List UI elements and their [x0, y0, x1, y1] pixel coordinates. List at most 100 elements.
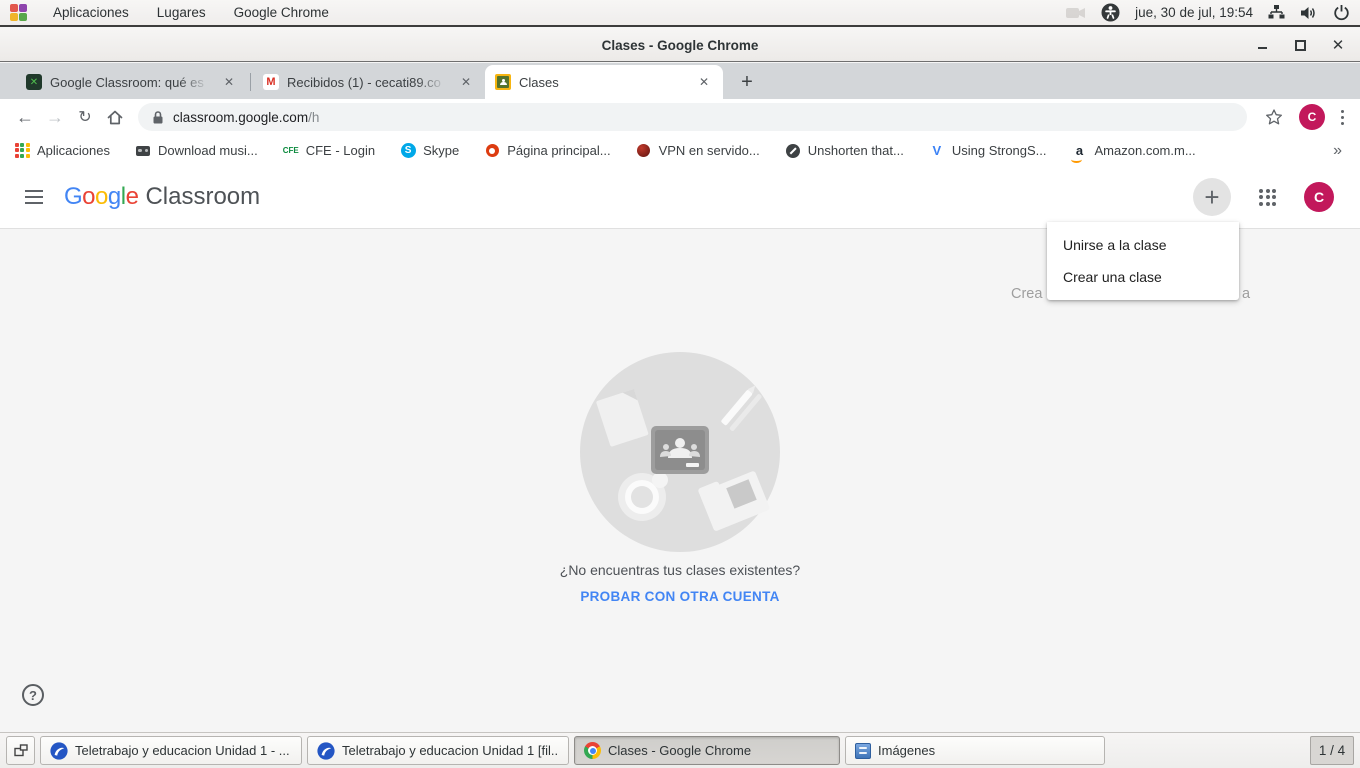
panel-clock[interactable]: jue, 30 de jul, 19:54	[1135, 5, 1253, 20]
bookmark-unshorten[interactable]: Unshorten that...	[785, 143, 904, 159]
distro-logo-icon	[10, 4, 27, 21]
tab-gmail-inbox[interactable]: M Recibidos (1) - cecati89.co ✕	[253, 65, 485, 99]
reload-button[interactable]: ↻	[70, 102, 100, 132]
address-bar[interactable]: classroom.google.com/h	[138, 103, 1247, 131]
taskbar-button-chrome-active[interactable]: Clases - Google Chrome	[574, 736, 840, 765]
workspace-pager[interactable]: 1 / 4	[1310, 736, 1354, 765]
bookmark-label: Using StrongS...	[952, 143, 1047, 158]
bookmark-aplicaciones[interactable]: Aplicaciones	[14, 143, 110, 159]
background-hint-text-right: a	[1242, 286, 1250, 302]
office-icon	[486, 144, 499, 157]
close-window-button[interactable]: ✕	[1330, 37, 1346, 53]
bookmark-label: VPN en servido...	[659, 143, 760, 158]
volume-icon[interactable]	[1300, 5, 1318, 21]
taskbar-button-label: Teletrabajo y educacion Unidad 1 - ...	[75, 743, 290, 758]
classroom-content: Crea a	[0, 230, 1360, 732]
panel-menu-google-chrome[interactable]: Google Chrome	[232, 3, 331, 22]
power-icon[interactable]	[1333, 4, 1350, 21]
wps-writer-icon	[50, 742, 68, 760]
tab-title: Google Classroom: qué es	[50, 75, 212, 90]
home-button[interactable]	[100, 102, 130, 132]
bookmark-label: Aplicaciones	[37, 143, 110, 158]
taskbar-button-label: Imágenes	[878, 743, 935, 758]
amazon-icon: a	[1072, 143, 1088, 159]
apps-grid-icon	[14, 143, 30, 159]
browser-profile-avatar[interactable]: C	[1299, 104, 1325, 130]
empty-classes-illustration	[580, 352, 780, 552]
maximize-button[interactable]	[1292, 37, 1308, 53]
gmail-favicon-icon: M	[263, 74, 279, 90]
minimize-button[interactable]	[1254, 37, 1270, 53]
desktop-taskbar: Teletrabajo y educacion Unidad 1 - ... T…	[0, 732, 1360, 768]
help-button[interactable]: ?	[22, 684, 44, 706]
background-hint-text-left: Crea	[1011, 286, 1042, 302]
browser-menu-icon[interactable]	[1335, 104, 1350, 131]
tab-clases-active[interactable]: Clases ✕	[485, 65, 723, 99]
tab-title: Recibidos (1) - cecati89.co	[287, 75, 449, 90]
bookmarks-overflow-chevron[interactable]: »	[1333, 142, 1346, 160]
windows-icon	[14, 744, 28, 757]
forward-button[interactable]: →	[40, 102, 70, 132]
taskbar-button-wps-1[interactable]: Teletrabajo y educacion Unidad 1 - ...	[40, 736, 302, 765]
bookmark-cfe-login[interactable]: CFE CFE - Login	[283, 143, 375, 159]
account-avatar[interactable]: C	[1304, 182, 1334, 212]
add-class-button[interactable]: +	[1193, 178, 1231, 216]
tab-close-icon[interactable]: ✕	[220, 73, 238, 91]
show-desktop-button[interactable]	[6, 736, 35, 765]
panel-menu-lugares[interactable]: Lugares	[155, 3, 208, 22]
bookmark-pagina-principal[interactable]: Página principal...	[484, 143, 610, 159]
lock-icon	[152, 110, 164, 125]
window-title: Clases - Google Chrome	[602, 38, 759, 53]
bookmark-label: Download musi...	[158, 143, 258, 158]
desktop: Aplicaciones Lugares Google Chrome jue, …	[0, 0, 1360, 768]
bookmarks-bar: Aplicaciones Download musi... CFE CFE - …	[0, 135, 1360, 166]
network-icon[interactable]	[1268, 5, 1285, 20]
classroom-favicon-icon	[495, 74, 511, 90]
window-titlebar[interactable]: Clases - Google Chrome ✕	[0, 29, 1360, 62]
skype-icon: S	[401, 143, 416, 158]
bookmark-vpn[interactable]: VPN en servido...	[636, 143, 760, 159]
classroom-logo[interactable]: Google Classroom	[64, 183, 260, 211]
bookmark-label: Página principal...	[507, 143, 610, 158]
bookmark-star-icon[interactable]	[1259, 102, 1289, 132]
site-favicon-icon: ✕	[26, 74, 42, 90]
accessibility-icon[interactable]	[1101, 3, 1120, 22]
strongvpn-icon: V	[929, 143, 945, 159]
taskbar-button-label: Clases - Google Chrome	[608, 743, 751, 758]
google-wordmark: Google	[64, 183, 138, 211]
browser-tab-strip: ✕ Google Classroom: qué es ✕ M Recibidos…	[0, 63, 1360, 99]
taskbar-button-imagenes[interactable]: Imágenes	[845, 736, 1105, 765]
taskbar-button-label: Teletrabajo y educacion Unidad 1 [fil...	[342, 743, 559, 758]
taskbar-button-wps-2[interactable]: Teletrabajo y educacion Unidad 1 [fil...	[307, 736, 569, 765]
browser-toolbar: ← → ↻ classroom.google.com/h C	[0, 99, 1360, 135]
chrome-icon	[584, 742, 601, 759]
new-tab-button[interactable]: +	[733, 68, 761, 96]
url-path: /h	[308, 110, 319, 125]
bookmark-strongvpn[interactable]: V Using StrongS...	[929, 143, 1047, 159]
panel-menu-aplicaciones[interactable]: Aplicaciones	[51, 3, 131, 22]
bookmark-skype[interactable]: S Skype	[400, 143, 459, 159]
back-button[interactable]: ←	[10, 102, 40, 132]
tab-separator	[250, 73, 251, 91]
wps-writer-icon	[317, 742, 335, 760]
menu-item-create-class[interactable]: Crear una clase	[1047, 261, 1239, 293]
bookmark-download-music[interactable]: Download musi...	[135, 143, 258, 159]
red-sphere-icon	[637, 144, 650, 157]
tab-google-classroom-article[interactable]: ✕ Google Classroom: qué es ✕	[16, 65, 248, 99]
google-apps-grid-icon[interactable]	[1255, 185, 1280, 210]
cfe-icon: CFE	[283, 143, 299, 159]
empty-state-question: ¿No encuentras tus clases existentes?	[0, 562, 1360, 578]
tab-title: Clases	[519, 75, 687, 90]
tab-close-icon[interactable]: ✕	[695, 73, 713, 91]
url-host: classroom.google.com	[173, 110, 308, 125]
boombox-icon	[136, 146, 150, 156]
classroom-header: Google Classroom + C	[0, 166, 1360, 229]
desktop-top-panel: Aplicaciones Lugares Google Chrome jue, …	[0, 0, 1360, 27]
tab-close-icon[interactable]: ✕	[457, 73, 475, 91]
bookmark-label: CFE - Login	[306, 143, 375, 158]
try-another-account-link[interactable]: PROBAR CON OTRA CUENTA	[0, 589, 1360, 604]
bookmark-amazon[interactable]: a Amazon.com.m...	[1072, 143, 1196, 159]
main-menu-icon[interactable]	[14, 177, 54, 217]
menu-item-join-class[interactable]: Unirse a la clase	[1047, 229, 1239, 261]
bookmark-label: Unshorten that...	[808, 143, 904, 158]
